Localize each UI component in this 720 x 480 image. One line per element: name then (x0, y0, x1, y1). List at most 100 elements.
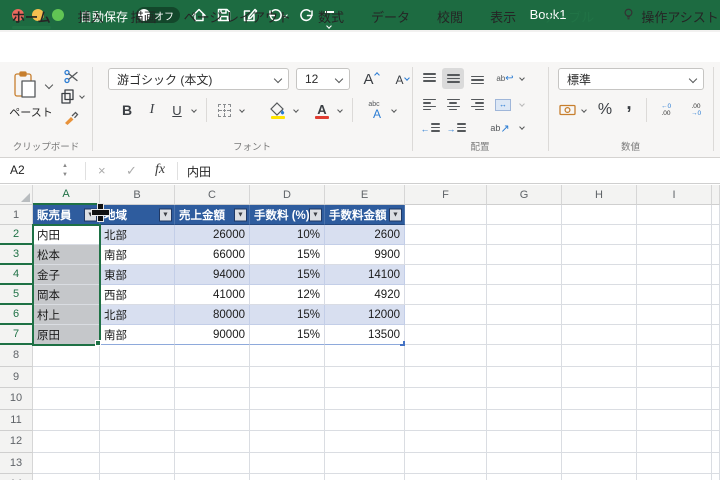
cell-D2[interactable]: 10% (250, 225, 325, 245)
wrap-text-icon[interactable]: ab ↩ (494, 68, 516, 88)
cell-I10[interactable] (637, 388, 712, 410)
cell-F10[interactable] (405, 388, 487, 410)
cell-J12[interactable] (712, 431, 720, 453)
align-middle-button[interactable] (442, 68, 464, 89)
cell-C11[interactable] (175, 409, 250, 431)
row-header-12[interactable]: 12 (0, 431, 33, 453)
bold-button[interactable]: B (118, 100, 136, 120)
cell-G4[interactable] (487, 265, 562, 285)
fill-color-menu-chevron-icon[interactable] (293, 107, 299, 113)
cell-F2[interactable] (405, 225, 487, 245)
cell-C6[interactable]: 80000 (175, 305, 250, 325)
column-header-D[interactable]: D (250, 185, 325, 205)
cell-E3[interactable]: 9900 (325, 245, 405, 265)
name-box[interactable]: A2 (10, 163, 25, 177)
copy-menu-chevron-icon[interactable] (79, 93, 85, 99)
cell-D12[interactable] (250, 431, 325, 453)
cell-B3[interactable]: 南部 (100, 245, 175, 265)
cell-J3[interactable] (712, 245, 720, 265)
cell-H7[interactable] (562, 325, 637, 345)
font-name-select[interactable]: 游ゴシック (本文) (108, 68, 289, 90)
cell-A10[interactable] (33, 388, 100, 410)
formula-bar-content[interactable]: 内田 (187, 163, 211, 180)
cell-B8[interactable] (100, 345, 175, 367)
column-header-G[interactable]: G (487, 185, 562, 205)
cell-D8[interactable] (250, 345, 325, 367)
cell-A3[interactable]: 松本 (33, 245, 100, 265)
cell-H3[interactable] (562, 245, 637, 265)
table-resize-handle[interactable] (400, 341, 405, 346)
cell-C2[interactable]: 26000 (175, 225, 250, 245)
cell-E14[interactable] (325, 474, 405, 480)
cell-F3[interactable] (405, 245, 487, 265)
filter-dropdown-icon[interactable]: ▼ (234, 208, 247, 221)
cell-I4[interactable] (637, 265, 712, 285)
wrap-menu-chevron-icon[interactable] (519, 75, 525, 81)
cell-B12[interactable] (100, 431, 175, 453)
decrease-decimal-icon[interactable]: .00 →0 (684, 100, 708, 120)
cell-I9[interactable] (637, 366, 712, 388)
phonetic-menu-chevron-icon[interactable] (391, 107, 397, 113)
italic-button[interactable]: I (144, 100, 160, 120)
cell-G7[interactable] (487, 325, 562, 345)
accounting-format-icon[interactable] (556, 100, 578, 120)
row-header-13[interactable]: 13 (0, 452, 33, 474)
cell-E12[interactable] (325, 431, 405, 453)
cell-C8[interactable] (175, 345, 250, 367)
cell-G10[interactable] (487, 388, 562, 410)
cell-C9[interactable] (175, 366, 250, 388)
cell-C13[interactable] (175, 452, 250, 474)
cell-J10[interactable] (712, 388, 720, 410)
tab-1[interactable]: 挿入 (78, 0, 104, 32)
cell-C14[interactable] (175, 474, 250, 480)
column-header-C[interactable]: C (175, 185, 250, 205)
tab-4[interactable]: 数式 (318, 0, 344, 32)
paste-menu-chevron-icon[interactable] (44, 80, 54, 90)
percent-style-button[interactable]: % (594, 98, 616, 122)
orientation-icon[interactable]: ab ↗ (488, 118, 512, 138)
cell-B2[interactable]: 北部 (100, 225, 175, 245)
row-header-3[interactable]: 3 (0, 245, 33, 265)
cell-J11[interactable] (712, 409, 720, 431)
cell-B5[interactable]: 西部 (100, 285, 175, 305)
fill-color-icon[interactable] (268, 98, 288, 120)
grow-font-button[interactable]: A (358, 68, 384, 90)
cell-E2[interactable]: 2600 (325, 225, 405, 245)
cell-H4[interactable] (562, 265, 637, 285)
cell-B1[interactable]: 地域 ▼ (100, 205, 175, 225)
phonetic-guide-icon[interactable]: abc A (362, 98, 386, 122)
cell-J4[interactable] (712, 265, 720, 285)
filter-dropdown-icon[interactable]: ▼ (389, 208, 402, 221)
cell-B6[interactable]: 北部 (100, 305, 175, 325)
cell-D14[interactable] (250, 474, 325, 480)
increase-decimal-icon[interactable]: ←0.00 (654, 100, 678, 120)
tab-8[interactable]: テーブル (543, 0, 594, 32)
cell-F1[interactable] (405, 205, 487, 225)
cell-A6[interactable]: 村上 (33, 305, 100, 325)
cell-B13[interactable] (100, 452, 175, 474)
cell-D13[interactable] (250, 452, 325, 474)
row-header-14[interactable]: 14 (0, 474, 33, 480)
cell-J8[interactable] (712, 345, 720, 367)
cell-I6[interactable] (637, 305, 712, 325)
cell-B9[interactable] (100, 366, 175, 388)
cell-D5[interactable]: 12% (250, 285, 325, 305)
cell-E11[interactable] (325, 409, 405, 431)
row-header-8[interactable]: 8 (0, 345, 33, 367)
cancel-icon[interactable]: × (98, 163, 106, 178)
cell-F4[interactable] (405, 265, 487, 285)
tab-3[interactable]: ページ レイアウト (184, 0, 291, 32)
font-color-menu-chevron-icon[interactable] (337, 107, 343, 113)
cell-C12[interactable] (175, 431, 250, 453)
cell-I5[interactable] (637, 285, 712, 305)
column-header-F[interactable]: F (405, 185, 487, 205)
cell-F6[interactable] (405, 305, 487, 325)
cell-H6[interactable] (562, 305, 637, 325)
cell-J7[interactable] (712, 325, 720, 345)
cell-B10[interactable] (100, 388, 175, 410)
borders-menu-chevron-icon[interactable] (239, 107, 245, 113)
cell-G6[interactable] (487, 305, 562, 325)
cell-E5[interactable]: 4920 (325, 285, 405, 305)
row-header-6[interactable]: 6 (0, 305, 33, 325)
orientation-menu-chevron-icon[interactable] (519, 124, 525, 130)
